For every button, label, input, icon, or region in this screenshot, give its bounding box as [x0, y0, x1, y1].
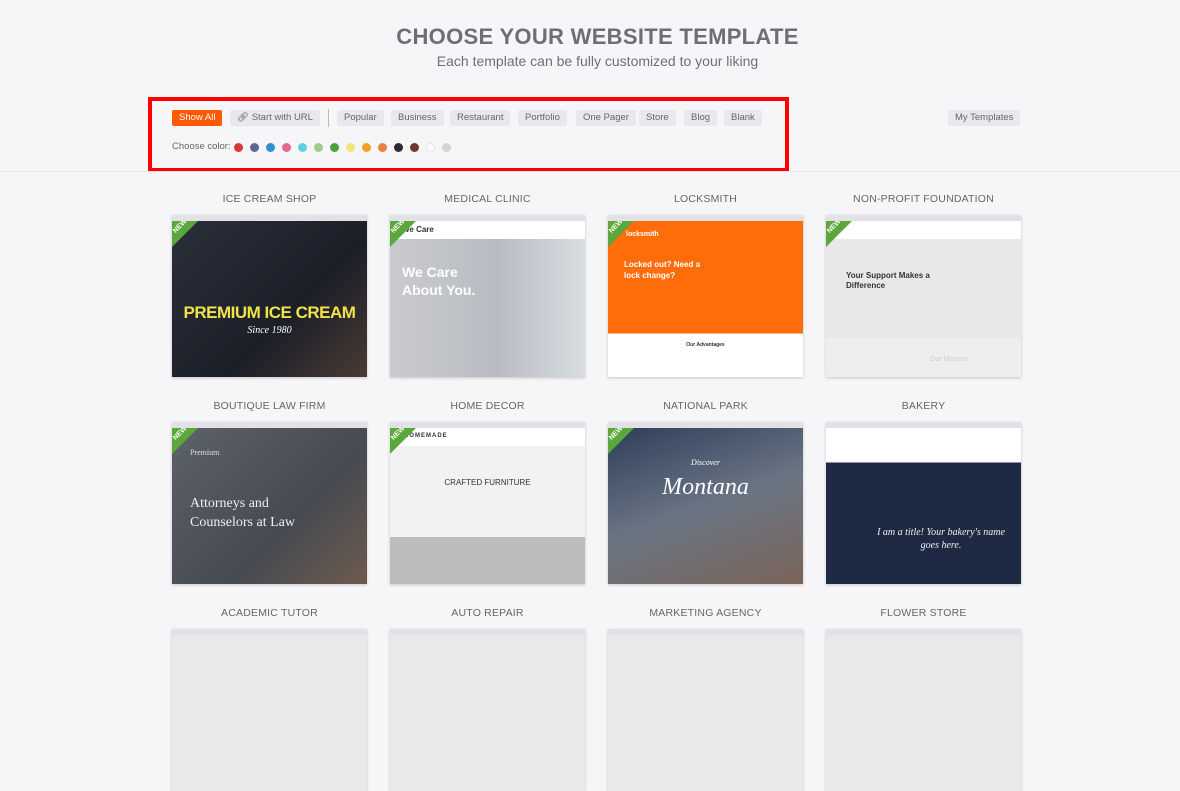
link-icon: 🔗︎ [237, 112, 250, 123]
template-card[interactable]: BAKERY I am a title! Your bakery's name g… [826, 400, 1021, 584]
template-thumbnail[interactable]: I am a title! Your bakery's name goes he… [826, 422, 1021, 584]
preview-headline: PREMIUM ICE CREAM [183, 303, 356, 322]
preview-section-title: Our Advantages [686, 342, 725, 348]
template-card[interactable]: ACADEMIC TUTOR [172, 607, 367, 791]
new-ribbon-label: NEW [608, 425, 625, 442]
template-card[interactable]: AUTO REPAIR [390, 607, 585, 791]
template-thumbnail[interactable]: Locked out? Need a lock change? locksmith… [608, 215, 803, 377]
new-ribbon-label: NEW [826, 218, 843, 235]
template-card[interactable]: BOUTIQUE LAW FIRM Attorneys and Counselor… [172, 400, 367, 584]
new-ribbon-label: NEW [608, 218, 625, 235]
template-card[interactable]: FLOWER STORE [826, 607, 1021, 791]
new-ribbon-label: NEW [390, 218, 407, 235]
template-name: BOUTIQUE LAW FIRM [213, 400, 326, 412]
template-thumbnail[interactable] [608, 629, 803, 791]
template-thumbnail[interactable]: Your Support Makes a Difference Our Missi… [826, 215, 1021, 377]
template-name: NON-PROFIT FOUNDATION [853, 193, 994, 205]
template-thumbnail[interactable] [390, 629, 585, 791]
preview-navbar [826, 221, 1021, 239]
divider [0, 171, 1180, 172]
template-thumbnail[interactable]: CRAFTED FURNITURE HOMEMADE NEW [390, 422, 585, 584]
color-swatch[interactable] [250, 143, 259, 152]
template-card[interactable]: ICE CREAM SHOP PREMIUM ICE CREAM Since 198… [172, 193, 367, 377]
filter-restaurant[interactable]: Restaurant [450, 110, 511, 126]
template-thumbnail[interactable]: PREMIUM ICE CREAM Since 1980 NEW [172, 215, 367, 377]
template-name: AUTO REPAIR [451, 607, 524, 619]
color-swatch[interactable] [314, 143, 323, 152]
template-card[interactable]: NATIONAL PARK Montana Discover NEW [608, 400, 803, 584]
template-name: HOME DECOR [450, 400, 525, 412]
preview-subheadline: Discover [691, 458, 720, 467]
preview-headline: Attorneys and Counselors at Law [190, 496, 295, 530]
filter-store[interactable]: Store [639, 110, 676, 126]
color-swatch[interactable] [266, 143, 275, 152]
color-swatch[interactable] [234, 143, 243, 152]
color-swatch[interactable] [330, 143, 339, 152]
choose-color-label: Choose color: [172, 141, 231, 152]
template-name: MARKETING AGENCY [649, 607, 762, 619]
color-swatch[interactable] [394, 143, 403, 152]
preview-headline: Locked out? Need a lock change? [624, 260, 701, 280]
template-card[interactable]: LOCKSMITH Locked out? Need a lock change?… [608, 193, 803, 377]
color-swatch[interactable] [346, 143, 355, 152]
filter-business[interactable]: Business [391, 110, 444, 126]
start-with-url-button[interactable]: 🔗︎ Start with URL [230, 110, 320, 126]
template-thumbnail[interactable]: Attorneys and Counselors at Law Premium NE… [172, 422, 367, 584]
template-name: ACADEMIC TUTOR [221, 607, 318, 619]
new-ribbon: NEW [608, 425, 640, 456]
color-swatch[interactable] [282, 143, 291, 152]
filter-separator [328, 109, 329, 127]
template-card[interactable]: HOME DECOR CRAFTED FURNITURE HOMEMADE NEW [390, 400, 585, 584]
new-ribbon-label: NEW [390, 425, 407, 442]
filter-show-all[interactable]: Show All [172, 110, 223, 126]
preview-section-title: Our Mission [930, 356, 968, 363]
template-name: FLOWER STORE [880, 607, 967, 619]
preview-headline: Montana [662, 474, 749, 500]
template-name: ICE CREAM SHOP [222, 193, 317, 205]
preview-subheadline: Since 1980 [247, 325, 292, 336]
new-ribbon-label: NEW [172, 425, 189, 442]
page-subtitle: Each template can be fully customized to… [436, 53, 759, 69]
template-name: MEDICAL CLINIC [444, 193, 531, 205]
color-swatch[interactable] [426, 143, 435, 152]
template-thumbnail[interactable] [172, 629, 367, 791]
color-swatch[interactable] [298, 143, 307, 152]
preview-headline: We Care About You. [402, 264, 476, 298]
color-swatch[interactable] [442, 143, 451, 152]
template-card[interactable]: NON-PROFIT FOUNDATION Your Support Makes … [826, 193, 1021, 377]
template-thumbnail[interactable] [826, 629, 1021, 791]
page-title: CHOOSE YOUR WEBSITE TEMPLATE [396, 24, 799, 49]
new-ribbon: NEW [172, 218, 204, 249]
preview-brand: Premium [190, 448, 220, 457]
template-thumbnail[interactable]: We Care About You. We Care NEW [390, 215, 585, 377]
preview-headline: I am a title! Your bakery's name goes he… [877, 527, 1005, 551]
filter-one-pager[interactable]: One Pager [576, 110, 636, 126]
filter-blank[interactable]: Blank [724, 110, 762, 126]
template-thumbnail[interactable]: Montana Discover NEW [608, 422, 803, 584]
filter-blog[interactable]: Blog [684, 110, 718, 126]
preview-brand: HOMEMADE [404, 433, 448, 439]
template-card[interactable]: MARKETING AGENCY [608, 607, 803, 791]
template-card[interactable]: MEDICAL CLINIC We Care About You. We Care N… [390, 193, 585, 377]
preview-brand: locksmith [626, 231, 659, 238]
color-swatch[interactable] [378, 143, 387, 152]
color-swatch[interactable] [410, 143, 419, 152]
filter-popular[interactable]: Popular [337, 110, 384, 126]
preview-headline: CRAFTED FURNITURE [444, 478, 531, 487]
template-name: BAKERY [901, 400, 946, 412]
template-name: LOCKSMITH [673, 193, 738, 205]
template-name: NATIONAL PARK [663, 400, 748, 412]
start-with-url-label: Start with URL [251, 112, 313, 123]
color-swatch[interactable] [362, 143, 371, 152]
filter-portfolio[interactable]: Portfolio [518, 110, 567, 126]
new-ribbon-label: NEW [172, 218, 189, 235]
highlight-box [148, 97, 789, 172]
preview-headline: Your Support Makes a Difference [846, 271, 930, 290]
my-templates-button[interactable]: My Templates [948, 110, 1021, 126]
